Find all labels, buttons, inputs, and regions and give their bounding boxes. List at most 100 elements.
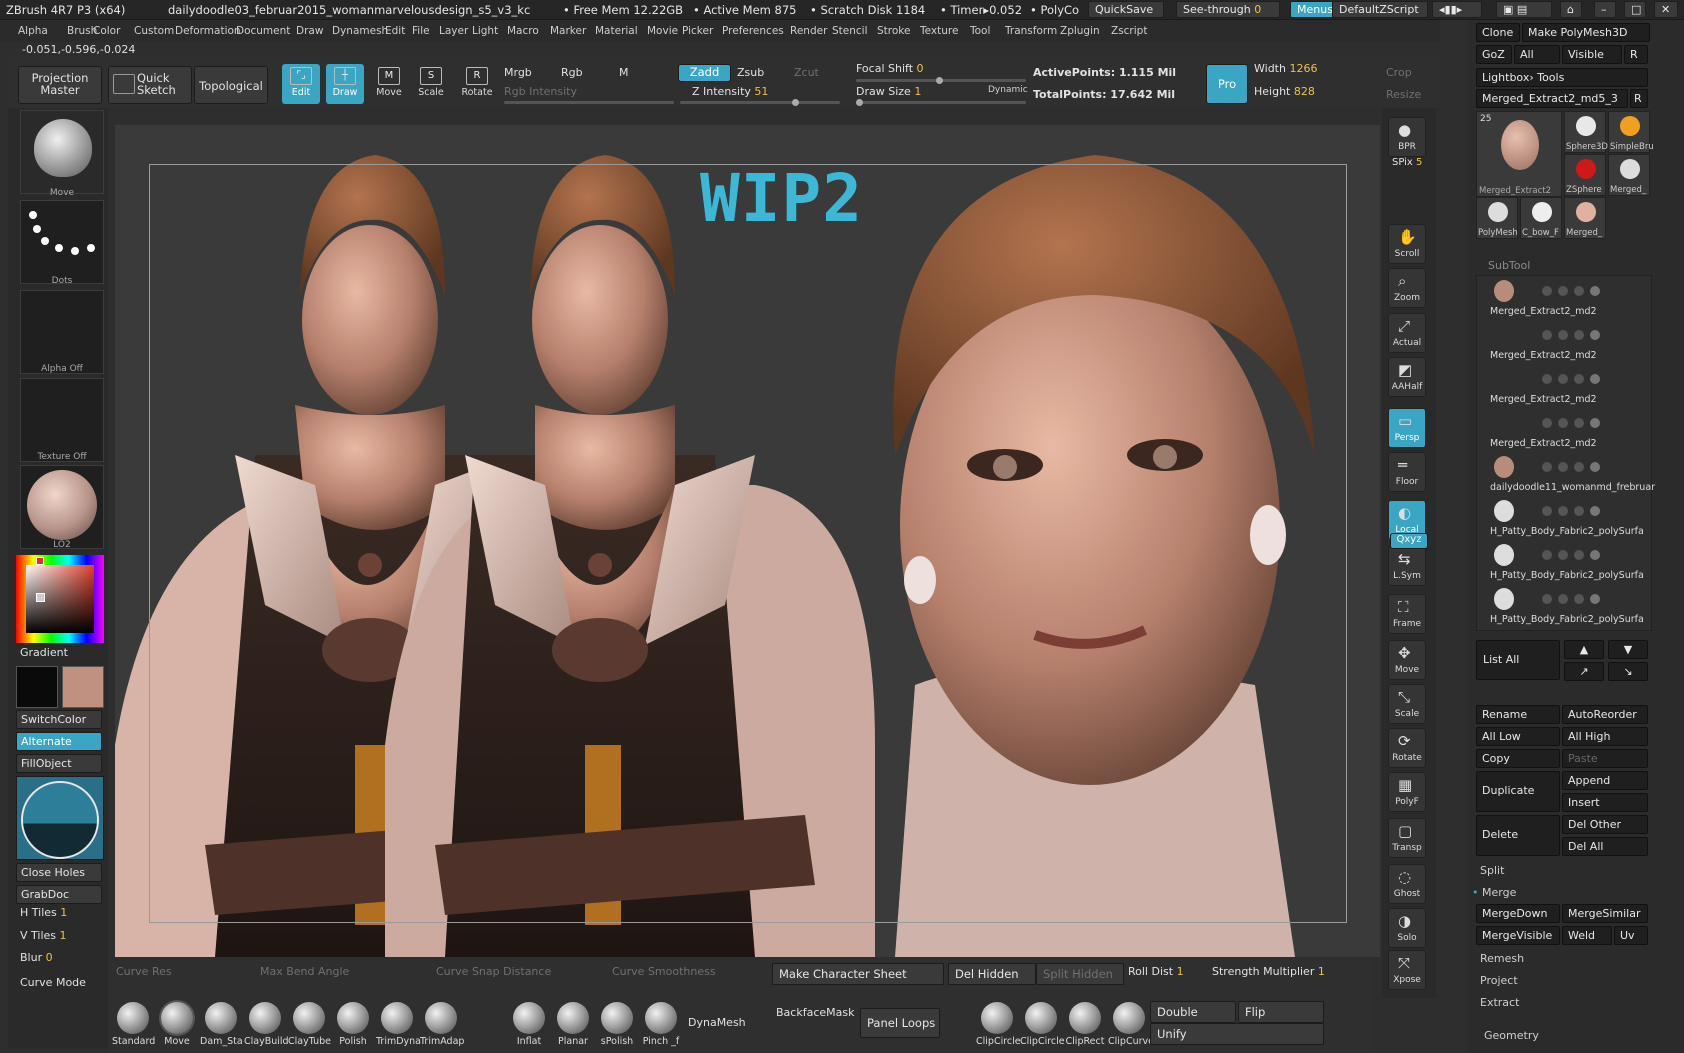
projection-master-button[interactable]: Projection Master [18,66,102,104]
menu-stencil[interactable]: Stencil [832,25,868,37]
height-slider[interactable]: Height 828 [1254,85,1315,98]
z-intensity-handle[interactable] [792,99,799,106]
mrgb-button[interactable]: Mrgb [504,66,532,79]
move-button[interactable]: M Move [370,64,408,104]
curve-mode-button[interactable]: Curve Mode [20,976,86,989]
tool-thumb[interactable]: SimpleBru [1608,111,1654,153]
tool-thumb[interactable]: Merged_ [1608,154,1650,196]
view-polyf-button[interactable]: ▦ PolyF [1388,772,1426,812]
append-button[interactable]: Append [1562,771,1648,790]
menu-stroke[interactable]: Stroke [877,25,910,37]
menu-light[interactable]: Light [472,25,498,37]
curve-res-slider[interactable]: Curve Res [116,965,172,978]
clip-brush-1[interactable]: ClipCircle [1020,1002,1065,1047]
brush-claybuild[interactable]: ClayBuild [244,1002,289,1047]
menu-tool[interactable]: Tool [970,25,990,37]
copy-button[interactable]: Copy [1476,749,1560,768]
mergesimilar-button[interactable]: MergeSimilar [1562,904,1648,923]
r-button[interactable]: R [1624,45,1648,64]
brush-polish[interactable]: Polish [332,1002,374,1047]
mergedown-button[interactable]: MergeDown [1476,904,1560,923]
close-holes-button[interactable]: Close Holes [16,863,102,882]
dynamesh-button[interactable]: DynaMesh [688,1016,746,1029]
focal-shift-handle[interactable] [936,77,943,84]
zadd-button[interactable]: Zadd [678,64,731,82]
del-other-button[interactable]: Del Other [1562,815,1648,834]
menu-transform[interactable]: Transform [1005,25,1057,37]
flip-button[interactable]: Flip [1238,1001,1324,1023]
clip-brush-0[interactable]: ClipCircle [976,1002,1021,1047]
clip-brush-3[interactable]: ClipCurve [1108,1002,1154,1047]
del-all-button[interactable]: Del All [1562,837,1648,856]
panel-loops-button[interactable]: Panel Loops [860,1008,940,1038]
texture-thumbnail[interactable] [20,378,104,462]
unify-button[interactable]: Unify [1150,1023,1324,1045]
curve-smooth-slider[interactable]: Curve Smoothness [612,965,716,978]
draw-size-handle[interactable] [856,99,863,106]
goz-button[interactable]: GoZ [1476,45,1512,64]
switchcolor-button[interactable]: SwitchColor [16,710,102,729]
clone-button[interactable]: Clone [1476,23,1520,42]
menu-deformation[interactable]: Deformation [175,25,241,37]
dynamic-toggle[interactable]: Dynamic [988,85,1028,95]
rgb-button[interactable]: Rgb [561,66,583,79]
project-section[interactable]: Project [1480,974,1518,987]
subtool-item[interactable]: Merged_Extract2_md2 [1480,278,1650,320]
view-rotate-button[interactable]: ⟳ Rotate [1388,728,1426,768]
menu-macro[interactable]: Macro [507,25,539,37]
color-marker[interactable] [36,593,45,602]
h-tiles-slider[interactable]: H Tiles 1 [20,906,67,919]
view-transp-button[interactable]: ▢ Transp [1388,818,1426,858]
blur-slider[interactable]: Blur 0 [20,951,53,964]
brush-spolish[interactable]: sPolish [596,1002,638,1047]
rename-button[interactable]: Rename [1476,705,1560,724]
subtool-title[interactable]: SubTool [1488,259,1530,272]
z-intensity-track[interactable] [680,99,840,106]
autoreorder-button[interactable]: AutoReorder [1562,705,1648,724]
subtool-toggles[interactable] [1542,506,1642,516]
xyz-symmetry-button[interactable]: Qxyz [1390,533,1428,549]
subtool-item[interactable]: Merged_Extract2_md2 [1480,366,1650,408]
view-bpr-button[interactable]: ● BPR [1388,117,1426,157]
all-high-button[interactable]: All High [1562,727,1648,746]
subtool-item[interactable]: dailydoodle11_womanmd_frebruar [1480,454,1655,496]
default-zscript-button[interactable]: DefaultZScript [1332,1,1428,18]
subtool-toggles[interactable] [1542,374,1642,384]
mergevisible-button[interactable]: MergeVisible [1476,926,1560,945]
move-prev-arrow-icon[interactable]: ↗ [1564,662,1604,681]
menu-marker[interactable]: Marker [550,25,586,37]
move-next-arrow-icon[interactable]: ↘ [1608,662,1648,681]
geometry-section[interactable]: Geometry [1484,1029,1539,1042]
lightbox-tools-button[interactable]: Lightbox› Tools [1476,68,1648,87]
view-aahalf-button[interactable]: ◩ AAHalf [1388,357,1426,397]
view-actual-button[interactable]: ⤢ Actual [1388,313,1426,353]
grabdoc-button[interactable]: GrabDoc [16,885,102,904]
m-button[interactable]: M [619,66,629,79]
double-button[interactable]: Double [1150,1001,1236,1023]
menu-preferences[interactable]: Preferences [722,25,784,37]
stroke-thumbnail[interactable] [20,200,104,284]
weld-button[interactable]: Weld [1562,926,1612,945]
maximize-icon[interactable]: □ [1624,1,1646,18]
delete-button[interactable]: Delete [1476,815,1560,856]
z-intensity-slider[interactable]: Z Intensity 51 [692,85,768,98]
tool-thumb-main[interactable]: 25 Merged_Extract2 [1476,111,1562,197]
subtool-toggles[interactable] [1542,330,1642,340]
resize-button[interactable]: Resize [1386,88,1421,101]
strength-multiplier-slider[interactable]: Strength Multiplier 1 [1212,965,1325,978]
scale-button[interactable]: S Scale [412,64,450,104]
subtool-item[interactable]: H_Patty_Body_Fabric2_polySurfa [1480,498,1650,540]
brush-pinchf[interactable]: Pinch _f [640,1002,682,1047]
all-button[interactable]: All [1514,45,1560,64]
clip-brush-2[interactable]: ClipRect [1064,1002,1106,1047]
view-floor-button[interactable]: ═ Floor [1388,452,1426,492]
move-down-arrow-icon[interactable]: ▼ [1608,640,1648,659]
menu-document[interactable]: Document [236,25,290,37]
tool-thumb[interactable]: Merged_ [1564,197,1606,239]
view-frame-button[interactable]: ⛶ Frame [1388,594,1426,634]
view-lsym-button[interactable]: ⇆ L.Sym [1388,546,1426,586]
alternate-button[interactable]: Alternate [16,732,102,751]
view-scroll-button[interactable]: ✋ Scroll [1388,224,1426,264]
menu-picker[interactable]: Picker [682,25,713,37]
duplicate-button[interactable]: Duplicate [1476,771,1560,812]
